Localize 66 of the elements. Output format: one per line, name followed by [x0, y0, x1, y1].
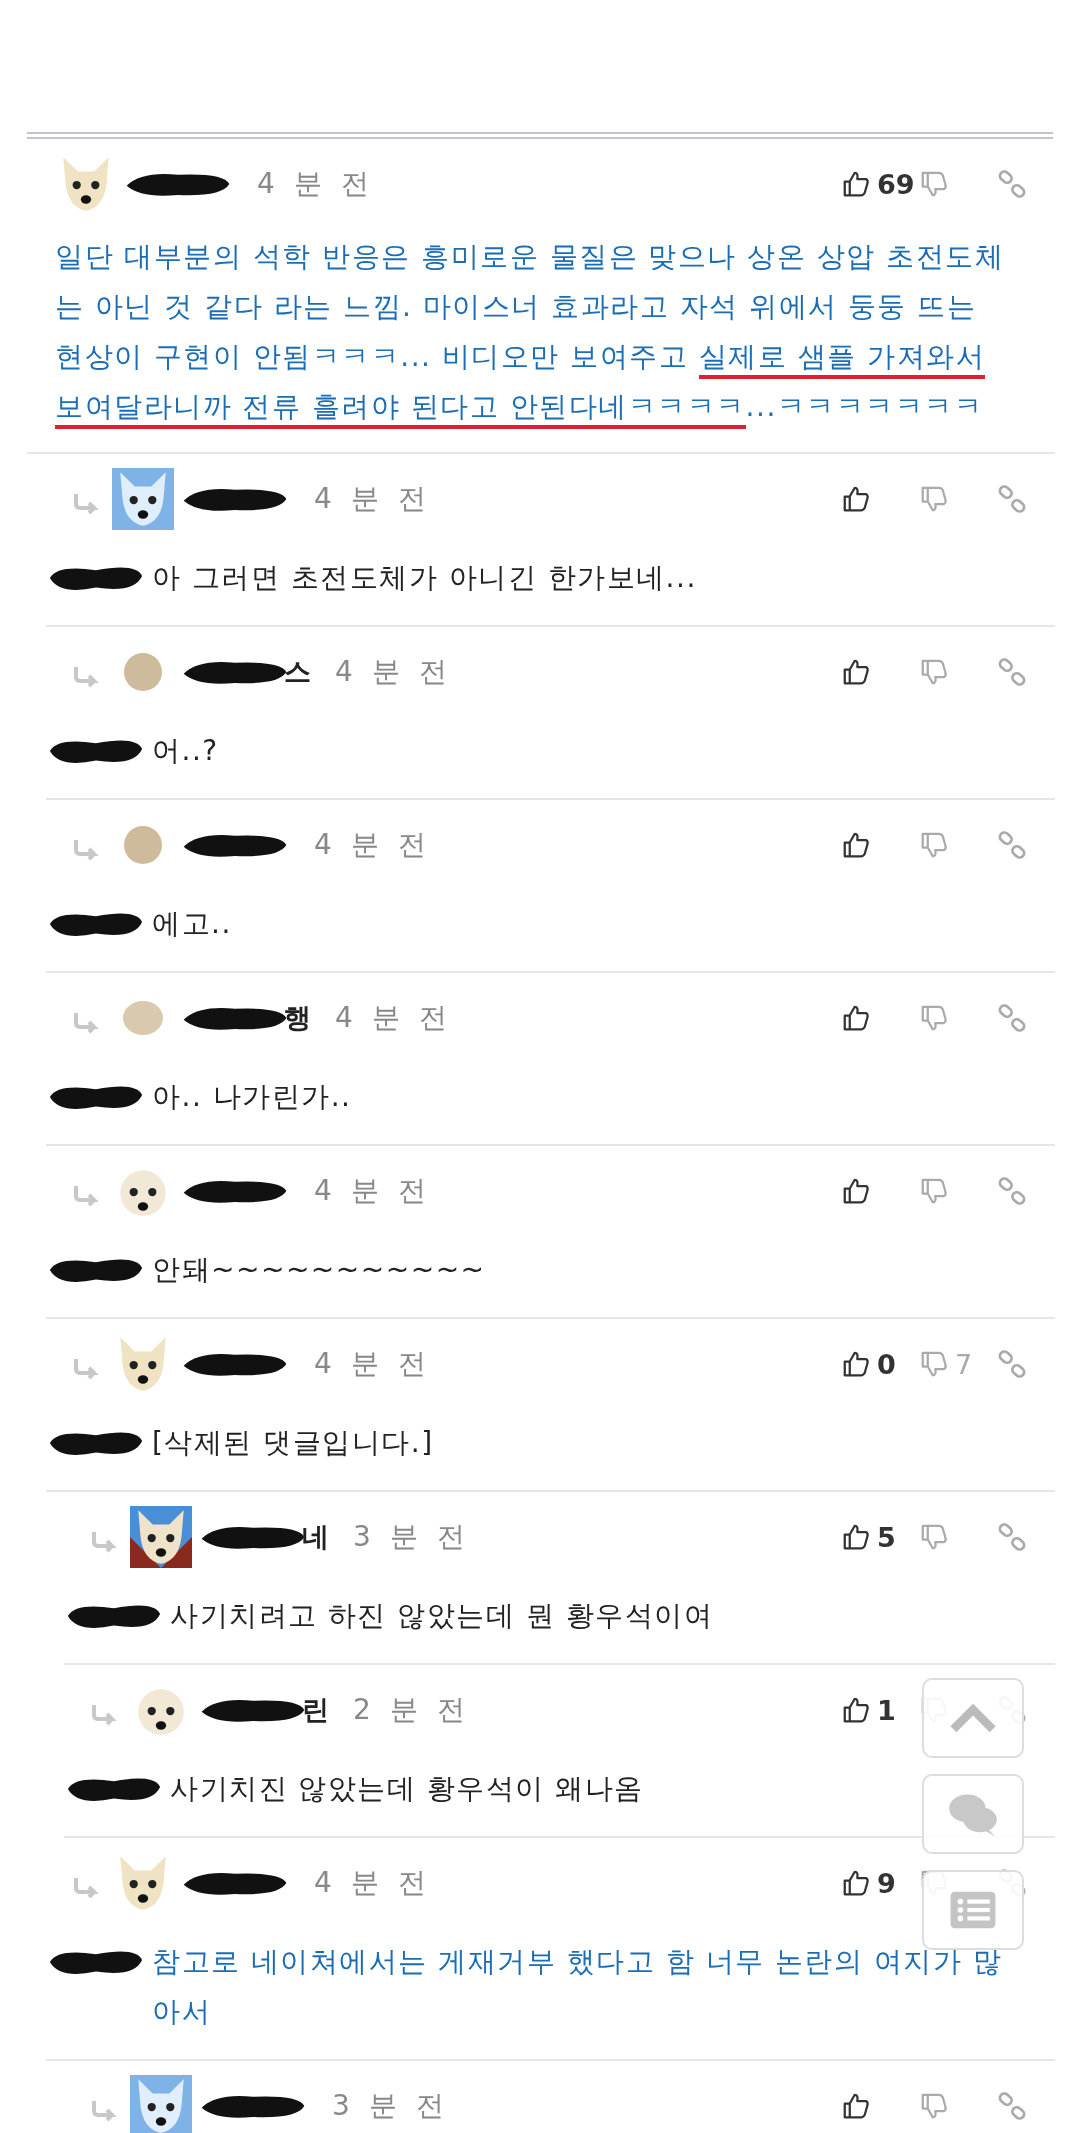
- comment-time: 4 분 전: [314, 1865, 431, 1901]
- comment-time: 3 분 전: [332, 2088, 449, 2124]
- like-count: 5: [877, 1521, 896, 1553]
- comment-time: 2 분 전: [353, 1692, 470, 1728]
- thumbs-down-icon[interactable]: [919, 484, 949, 514]
- avatar[interactable]: [130, 1506, 192, 1568]
- comment-time: 4 분 전: [314, 827, 431, 863]
- thumbs-up-icon[interactable]: [841, 2091, 871, 2121]
- link-icon[interactable]: [997, 657, 1027, 687]
- like-count: 1: [877, 1694, 896, 1726]
- thumbs-up-icon[interactable]: [841, 1695, 871, 1725]
- thumbs-up-icon[interactable]: [841, 1349, 871, 1379]
- author-name: 네: [302, 1520, 329, 1554]
- comment-text: 아 그러면 초전도체가 아니긴 한가보네...: [152, 560, 697, 596]
- like-count: 9: [877, 1867, 896, 1899]
- thumbs-down-icon[interactable]: [919, 2091, 949, 2121]
- thumbs-down-icon[interactable]: [919, 1349, 949, 1379]
- thumbs-up-icon[interactable]: [841, 1176, 871, 1206]
- comment-text: 어..?: [152, 733, 219, 769]
- link-icon[interactable]: [997, 2091, 1027, 2121]
- list-menu[interactable]: [922, 1870, 1024, 1950]
- link-icon[interactable]: [997, 1522, 1027, 1552]
- comment-text: 참고로 네이쳐에서는 게재거부 했다고 함 너무 논란의 여지가 많아서: [152, 1944, 1004, 2030]
- thumbs-down-icon[interactable]: [919, 1003, 949, 1033]
- scroll-top-menu[interactable]: [922, 1678, 1024, 1758]
- avatar[interactable]: [130, 2075, 192, 2133]
- like-count: 0: [877, 1348, 896, 1380]
- comment-text: 일단 대부분의 석학 반응은 흥미로운 물질은 맞으나 상온 상압 초전도체는 아닌 것 같다 라는 느낌. 마이스너 효과라고 자석 위에서 둥둥 뜨는 현상이 구현이 안됨ㅋㅋㅋ... 비디오만 보여주고 실제로 샘플 가져와서 보여달라니까 전류 흘려야 된다고 안된다네ㅋㅋㅋㅋ...ㅋㅋㅋㅋㅋㅋㅋ: [55, 232, 1015, 432]
- avatar[interactable]: [112, 468, 174, 530]
- link-icon[interactable]: [997, 1003, 1027, 1033]
- comment-time: 4 분 전: [314, 1346, 431, 1382]
- link-icon[interactable]: [997, 1176, 1027, 1206]
- link-icon[interactable]: [997, 484, 1027, 514]
- link-icon[interactable]: [997, 1349, 1027, 1379]
- author-name: 린: [302, 1693, 329, 1727]
- comment-text: 안돼~~~~~~~~~~~: [152, 1252, 486, 1288]
- comment-time: 4 분 전: [314, 481, 431, 517]
- comment-time: 4 분 전: [314, 1173, 431, 1209]
- thumbs-down-icon[interactable]: [919, 830, 949, 860]
- thumbs-down-icon[interactable]: [919, 1522, 949, 1552]
- comment-time: 4 분 전: [335, 1000, 452, 1036]
- like-count: 69: [877, 168, 915, 200]
- comment-time: 4 분 전: [335, 654, 452, 690]
- thumbs-up-icon[interactable]: [841, 1868, 871, 1898]
- comment-time: 3 분 전: [353, 1519, 470, 1555]
- thumbs-up-icon[interactable]: [841, 830, 871, 860]
- comment-text: [삭제된 댓글입니다.]: [152, 1425, 434, 1461]
- author-name: 행: [284, 1001, 311, 1035]
- link-icon[interactable]: [997, 169, 1027, 199]
- author-name: 스: [284, 655, 311, 689]
- comment-text: 사기치진 않았는데 황우석이 왜나옴: [170, 1771, 644, 1807]
- thumbs-up-icon[interactable]: [841, 657, 871, 687]
- comment-text: 사기치려고 하진 않았는데 뭔 황우석이여: [170, 1598, 714, 1634]
- thumbs-up-icon[interactable]: [841, 1003, 871, 1033]
- thumbs-up-icon[interactable]: [841, 1522, 871, 1552]
- thumbs-down-icon[interactable]: [919, 1176, 949, 1206]
- comment-text: 아.. 나가린가..: [152, 1079, 352, 1115]
- thumbs-up-icon[interactable]: [841, 484, 871, 514]
- link-icon[interactable]: [997, 830, 1027, 860]
- comment-menu[interactable]: [922, 1774, 1024, 1854]
- thumbs-up-icon[interactable]: [841, 169, 871, 199]
- comment-text: 에고..: [152, 906, 232, 942]
- thumbs-down-icon[interactable]: [919, 657, 949, 687]
- comment-time: 4 분 전: [257, 166, 374, 202]
- thumbs-down-icon[interactable]: [919, 169, 949, 199]
- dislike-count: 7: [955, 1348, 973, 1380]
